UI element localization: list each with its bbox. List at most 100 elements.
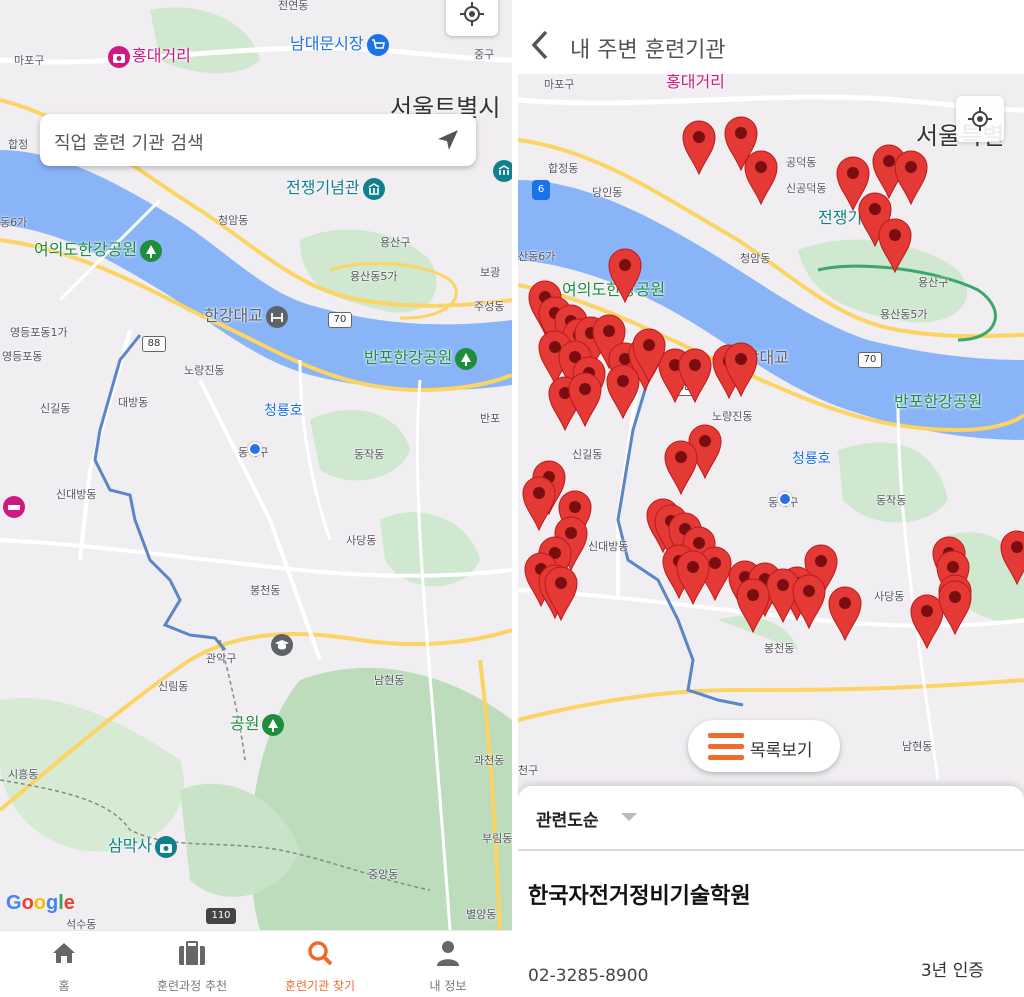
map-label: 대방동 <box>118 396 149 409</box>
map-pin-icon[interactable] <box>632 328 666 384</box>
nav-label: 훈련기관 찾기 <box>284 979 356 993</box>
my-location-button[interactable] <box>956 96 1004 142</box>
map-label: 신대방동 <box>588 540 629 553</box>
route-shield: 70 <box>328 312 352 328</box>
navigation-arrow-icon[interactable] <box>436 128 460 152</box>
map-label: 마포구 <box>14 54 45 67</box>
map-label: 당인동 <box>592 186 623 199</box>
map-label: 용산동5가 <box>880 308 928 321</box>
map-pin-icon[interactable] <box>744 150 778 206</box>
map-pin-icon[interactable] <box>682 120 716 176</box>
institution-name[interactable]: 한국자전거정비기술학원 <box>528 878 751 910</box>
map-label: 신길동 <box>40 402 71 415</box>
map-label: 청암동 <box>740 252 771 265</box>
nav-course-recommend[interactable]: 훈련과정 추천 <box>128 931 256 997</box>
map-label: 합정동 <box>548 162 579 175</box>
poi-banpo-park[interactable]: 반포한강공원 <box>894 388 982 412</box>
nav-home[interactable]: 홈 <box>0 931 128 997</box>
map-pin-icon[interactable] <box>664 440 698 496</box>
tree-icon <box>140 239 163 262</box>
map-pin-icon[interactable] <box>678 348 712 404</box>
map-label: 시흥동 <box>8 768 39 781</box>
map-label: 봉천동 <box>250 584 281 597</box>
bridge-icon <box>265 305 288 328</box>
list-view-button[interactable]: 목록보기 <box>688 720 840 772</box>
poi-yeouido-park[interactable]: 여의도한강공원 <box>34 236 163 262</box>
map-label: 동작동 <box>354 448 385 461</box>
camera-icon <box>155 835 178 858</box>
map-pin-icon[interactable] <box>792 574 826 630</box>
nav-my-info[interactable]: 내 정보 <box>384 931 512 997</box>
bottom-navigation: 홈 훈련과정 추천 훈련기관 찾기 내 정보 <box>0 930 512 997</box>
menu-icon <box>708 733 744 760</box>
certification-badge: 3년 인증 <box>920 961 984 981</box>
poi-cheongryongho[interactable]: 청룡호 <box>792 448 831 468</box>
map-label: 신대방동 <box>56 488 97 501</box>
sort-dropdown[interactable]: 관련도순 <box>536 806 599 831</box>
map-label: 노량진동 <box>712 410 753 423</box>
map-label: 산동6가 <box>518 250 556 263</box>
map-pin-icon[interactable] <box>724 342 758 398</box>
map-label: 용산구 <box>380 236 411 249</box>
home-icon <box>53 943 75 963</box>
map-label: 신길동 <box>572 448 603 461</box>
map-label: 과천동 <box>474 754 505 767</box>
route-shield: 110 <box>206 908 236 924</box>
map-pin-icon[interactable] <box>736 578 770 634</box>
map-label: 반포 <box>480 412 501 425</box>
map-label: 전연동 <box>278 0 309 12</box>
map-label: 영등포동 <box>2 350 43 363</box>
nav-find-institution[interactable]: 훈련기관 찾기 <box>256 931 384 997</box>
map-label: 사당동 <box>874 590 905 603</box>
back-arrow-icon[interactable] <box>528 28 552 62</box>
poi-park[interactable]: 공원 <box>230 710 285 736</box>
route-shield: 88 <box>142 336 166 352</box>
map-pin-icon[interactable] <box>522 476 556 532</box>
museum-icon[interactable] <box>493 160 512 182</box>
map-label: 중앙동 <box>368 868 399 881</box>
map-pin-icon[interactable] <box>608 248 642 304</box>
poi-hangang-bridge[interactable]: 한강대교 <box>204 302 288 328</box>
map-label: 남현동 <box>902 740 933 753</box>
map-label: 청암동 <box>218 214 249 227</box>
current-location-dot <box>248 442 262 456</box>
school-icon[interactable] <box>271 634 293 656</box>
map-label: 신공덕동 <box>786 182 827 195</box>
map-label: 노량진동 <box>184 364 225 377</box>
map-pin-icon[interactable] <box>676 550 710 606</box>
map-label: 합정 <box>8 138 29 151</box>
poi-cheongryongho[interactable]: 청룡호 <box>264 400 303 420</box>
tree-icon <box>262 713 285 736</box>
map-pin-icon[interactable] <box>568 372 602 428</box>
poi-namdaemun[interactable]: 남대문시장 <box>290 30 389 56</box>
poi-samaksa[interactable]: 삼막사 <box>108 832 178 858</box>
nearby-institutions-screen: 마포구 합정동 당인동 공덕동 신공덕동 산동6가 청암동 용산구 용산동5가 … <box>518 0 1024 997</box>
map-label: 동6가 <box>0 216 28 229</box>
map-label: 사당동 <box>346 534 377 547</box>
chevron-down-icon[interactable] <box>621 813 637 821</box>
tree-icon <box>455 347 478 370</box>
map-pin-icon[interactable] <box>878 218 912 274</box>
hotel-icon[interactable] <box>3 496 25 518</box>
poi-hongdae[interactable]: 홍대거리 <box>108 42 191 68</box>
briefcase-icon <box>179 941 205 965</box>
poi-banpo-park[interactable]: 반포한강공원 <box>364 344 478 370</box>
map-label: 주성동 <box>474 300 505 313</box>
search-placeholder: 직업 훈련 기관 검색 <box>54 133 204 154</box>
poi-war-memorial[interactable]: 전쟁기념관 <box>286 174 385 200</box>
crosshair-icon <box>460 2 484 26</box>
map-pin-icon[interactable] <box>544 566 578 622</box>
institution-phone[interactable]: 02-3285-8900 <box>528 966 648 986</box>
map-pin-icon[interactable] <box>894 150 928 206</box>
map-pin-icon[interactable] <box>938 580 972 636</box>
map-pin-icon[interactable] <box>828 586 862 642</box>
page-header: 내 주변 훈련기관 <box>518 0 1024 74</box>
cart-icon <box>366 33 389 56</box>
search-input[interactable]: 직업 훈련 기관 검색 <box>40 114 476 166</box>
my-location-button[interactable] <box>446 0 498 36</box>
map-pin-icon[interactable] <box>1000 530 1024 586</box>
map-label: 별양동 <box>466 908 497 921</box>
person-icon <box>437 941 459 966</box>
map-label: 봉천동 <box>764 642 795 655</box>
map-label: 공덕동 <box>786 156 817 169</box>
